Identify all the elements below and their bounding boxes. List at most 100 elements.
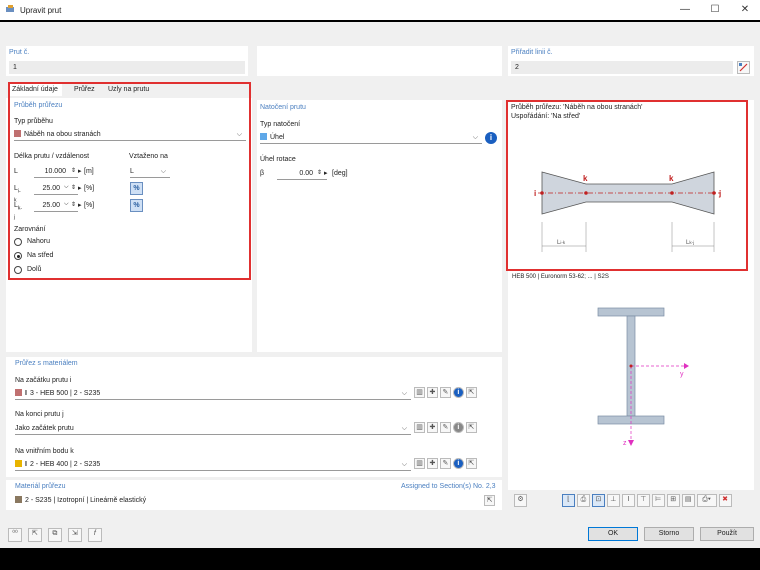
- axes-icon[interactable]: ⊥: [606, 494, 620, 507]
- rotation-type-label: Typ natočení: [260, 121, 301, 128]
- radio-button[interactable]: [14, 238, 22, 246]
- inner-section-swatch: [15, 460, 22, 467]
- chevron-down-icon: ⌵: [160, 168, 166, 175]
- step-arrow-icon[interactable]: ▸: [78, 184, 82, 192]
- inner-section-value: 2 - HEB 400 | 2 - S235: [29, 461, 101, 468]
- apply-button[interactable]: Použít: [700, 527, 754, 541]
- cancel-button[interactable]: Storno: [644, 527, 694, 541]
- copy-icon[interactable]: ⧉: [47, 528, 62, 542]
- material-title: Materiál průřezu: [15, 483, 66, 490]
- chevron-down-icon: ⌵: [401, 425, 407, 432]
- radio-button-selected[interactable]: [14, 252, 22, 260]
- rotation-type-select[interactable]: Úhel ⌵: [260, 132, 482, 144]
- radio-button[interactable]: [14, 266, 22, 274]
- close-button[interactable]: ✕: [730, 3, 760, 17]
- section-info: HEB 500 | Euronorm 53-62; ... | S2S: [512, 274, 609, 280]
- assign-line-panel: Přiřadit linii č. 2: [508, 46, 754, 76]
- preview-line1: Průběh průřezu: 'Náběh na obou stranách': [511, 104, 643, 111]
- length-header: Délka prutu / vzdálenost: [14, 153, 90, 160]
- pick-icon[interactable]: ⇱: [465, 458, 477, 469]
- dimension-icon[interactable]: ⌊: [562, 494, 575, 507]
- centroid-point: [629, 364, 633, 368]
- length-unit: [m]: [84, 168, 94, 175]
- library-icon[interactable]: ▥: [414, 387, 425, 398]
- pick-icon[interactable]: ⇱: [465, 422, 477, 433]
- material-assigned: Assigned to Section(s) No. 2,3: [401, 483, 496, 490]
- inner-section-label: Na vnitřním bodu k: [15, 448, 74, 455]
- profile-type-value: Náběh na obou stranách: [24, 131, 101, 138]
- dim-right-label: Lk-j: [686, 240, 694, 246]
- spinner-icon[interactable]: ⇕: [71, 201, 76, 208]
- rotation-type-value: Úhel: [270, 134, 285, 141]
- end-section-select[interactable]: Jako začátek prutu ⌵: [15, 423, 411, 435]
- ibeam-icon: I: [25, 461, 27, 468]
- profile-type-select[interactable]: Náběh na obou stranách ⌵: [14, 129, 246, 141]
- spinner-icon[interactable]: ⇕: [317, 169, 322, 176]
- minimize-button[interactable]: —: [670, 3, 700, 17]
- ok-button[interactable]: OK: [588, 527, 638, 541]
- edit-section-icon[interactable]: ✎: [439, 387, 451, 398]
- edit-section-icon[interactable]: ✎: [439, 458, 451, 469]
- end-section-label: Na konci prutu j: [15, 411, 64, 418]
- reset-icon[interactable]: ✖: [718, 494, 732, 507]
- spinner-icon[interactable]: ⇕: [71, 184, 76, 191]
- step-arrow-icon[interactable]: ▸: [78, 167, 82, 175]
- info-icon[interactable]: i: [452, 458, 464, 469]
- y-axis-label: y: [680, 371, 684, 378]
- member-number-field[interactable]: 1: [9, 61, 245, 74]
- alignment-label: Zarovnání: [14, 226, 46, 233]
- assign-line-field[interactable]: 2: [511, 61, 733, 74]
- pick-icon[interactable]: ⇱: [484, 495, 495, 506]
- function-icon[interactable]: f: [87, 528, 102, 542]
- print-icon[interactable]: ⎙▾: [696, 494, 717, 507]
- new-section-icon[interactable]: ✚: [426, 422, 438, 433]
- centroid-icon[interactable]: ⊡: [591, 494, 605, 507]
- start-section-label: Na začátku prutu i: [15, 377, 72, 384]
- info-icon[interactable]: i: [452, 387, 464, 398]
- start-section-swatch: [15, 389, 22, 396]
- bottom-tools: ⁰⁰ ⇱ ⧉ ⇲ f: [8, 528, 102, 542]
- pick-line-icon[interactable]: [737, 61, 750, 74]
- edit-section-icon[interactable]: ✎: [439, 422, 451, 433]
- select-icon[interactable]: ⇱: [27, 528, 42, 542]
- step-arrow-icon[interactable]: ▸: [324, 169, 328, 177]
- new-section-icon[interactable]: ✚: [426, 387, 438, 398]
- maximize-button[interactable]: ☐: [700, 3, 730, 17]
- info-icon[interactable]: i: [485, 132, 497, 144]
- node-j-label: j: [718, 189, 721, 198]
- grid-icon[interactable]: ⊞: [666, 494, 680, 507]
- table-icon[interactable]: ▤: [681, 494, 695, 507]
- preview-toolbar-left: ⚙: [514, 494, 527, 507]
- units-icon[interactable]: ⁰⁰: [8, 528, 22, 542]
- library-icon[interactable]: ▥: [414, 422, 425, 433]
- section-view-icon[interactable]: ⚙: [514, 494, 527, 507]
- start-section-select[interactable]: I3 - HEB 500 | 2 - S235 ⌵: [15, 388, 411, 400]
- stress-points-icon[interactable]: ⊨: [651, 494, 665, 507]
- chevron-down-icon: ⌵: [401, 390, 407, 397]
- step-arrow-icon[interactable]: ▸: [78, 201, 82, 209]
- export-icon[interactable]: ⇲: [67, 528, 82, 542]
- new-section-icon[interactable]: ✚: [426, 458, 438, 469]
- pick-icon[interactable]: ⇱: [465, 387, 477, 398]
- print-view-icon[interactable]: ⎙: [576, 494, 590, 507]
- spinner-icon[interactable]: ⇕: [71, 167, 76, 174]
- chevron-down-icon[interactable]: ⌵: [64, 201, 69, 208]
- dim-left-label: Li-k: [557, 240, 566, 246]
- chevron-down-icon[interactable]: ⌵: [64, 184, 69, 191]
- library-icon[interactable]: ▥: [414, 458, 425, 469]
- related-header: Vztaženo na: [129, 153, 168, 160]
- member-label: Prut č.: [9, 49, 30, 56]
- related-select[interactable]: L ⌵: [130, 166, 170, 178]
- title-bar: Upravit prut — ☐ ✕: [0, 0, 760, 20]
- inner-section-select[interactable]: I2 - HEB 400 | 2 - S235 ⌵: [15, 459, 411, 471]
- end-section-tools: ▥ ✚ ✎ i ⇱: [414, 422, 477, 433]
- percent-icon[interactable]: %: [130, 182, 143, 195]
- start-section-value: 3 - HEB 500 | 2 - S235: [29, 390, 101, 397]
- percent-icon[interactable]: %: [130, 199, 143, 212]
- rotation-type-swatch: [260, 133, 267, 140]
- window-title: Upravit prut: [20, 6, 62, 15]
- length-kj-unit: [%]: [84, 202, 95, 209]
- info-icon[interactable]: i: [452, 422, 464, 433]
- shear-center-icon[interactable]: ⊤: [636, 494, 650, 507]
- ibeam-icon[interactable]: I: [621, 494, 635, 507]
